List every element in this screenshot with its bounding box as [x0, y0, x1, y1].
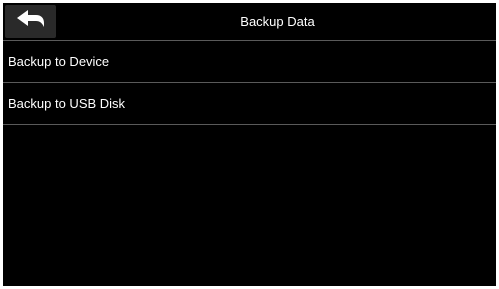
menu-item-label: Backup to USB Disk — [8, 96, 126, 111]
menu-item-backup-to-usb-disk[interactable]: Backup to USB Disk — [3, 83, 496, 125]
menu-item-backup-to-device[interactable]: Backup to Device — [3, 41, 496, 83]
backup-menu: Backup to Device Backup to USB Disk — [3, 41, 496, 125]
menu-item-label: Backup to Device — [8, 54, 110, 69]
back-button[interactable] — [5, 5, 56, 38]
title-bar: Backup Data — [3, 3, 496, 41]
device-screen: Backup Data Backup to Device Backup to U… — [3, 3, 496, 286]
back-arrow-icon — [16, 9, 46, 34]
page-title: Backup Data — [240, 14, 315, 29]
